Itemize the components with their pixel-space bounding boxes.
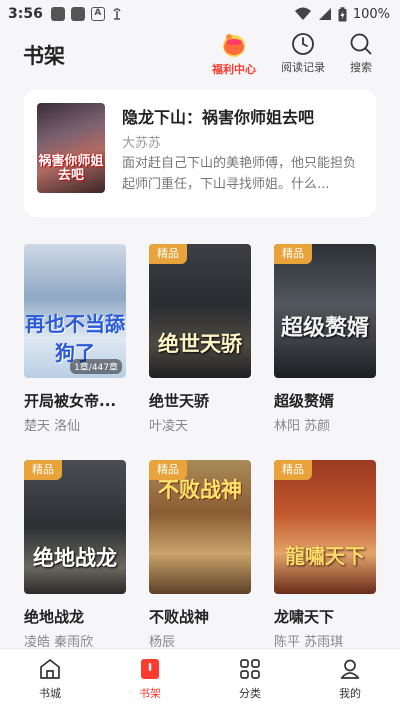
app-notification-icon — [113, 8, 121, 20]
page-title: 书架 — [23, 44, 65, 68]
book-characters: 楚天 洛仙 — [24, 419, 81, 434]
premium-badge: 精品 — [149, 244, 187, 264]
app-header: 书架 福利中心 阅读记录 搜索 — [0, 28, 400, 80]
recent-book-title: 隐龙下山：祸害你师姐去吧 — [122, 108, 315, 127]
book-item[interactable]: 超级赘婿 精品 超级赘婿 林阳 苏颜 — [274, 244, 376, 434]
wifi-icon — [294, 7, 311, 20]
book-title: 龙啸天下 — [274, 608, 335, 626]
book-cover: 不败战神 精品 — [149, 460, 251, 594]
status-bar: 3:56 A 100% — [0, 0, 400, 28]
book-cover-text: 龍嘯天下 — [285, 544, 365, 568]
notification-icon — [70, 7, 85, 21]
nav-label: 分类 — [239, 687, 261, 700]
search-icon — [350, 33, 372, 55]
book-cover-text: 再也不当舔狗了 — [25, 312, 125, 365]
nav-item-bookshelf[interactable]: 书架 — [100, 649, 200, 711]
recent-book-author: 大苏苏 — [122, 136, 162, 151]
nav-label: 书城 — [39, 687, 61, 700]
book-title: 不败战神 — [149, 608, 210, 626]
bookstore-icon — [40, 659, 60, 679]
signal-icon — [318, 8, 331, 20]
recent-book-description: 面对赶自己下山的美艳师傅，他只能担负起师门重任，下山寻找师姐。什么... — [122, 156, 357, 192]
book-characters: 叶凌天 — [149, 419, 189, 434]
book-item[interactable]: 绝地战龙 精品 绝地战龙 凌皓 秦雨欣 — [24, 460, 126, 650]
notification-icons: A — [50, 7, 123, 21]
search-button[interactable]: 搜索 — [349, 32, 373, 75]
book-item[interactable]: 不败战神 精品 不败战神 杨辰 — [149, 460, 251, 650]
book-cover-text: 绝地战龙 — [33, 546, 117, 570]
book-cover: 超级赘婿 精品 — [274, 244, 376, 378]
book-title: 开局被女帝... — [24, 392, 117, 410]
book-item[interactable]: 绝世天骄 精品 绝世天骄 叶凌天 — [149, 244, 251, 434]
welfare-center-label: 福利中心 — [212, 63, 256, 76]
clock-icon — [292, 33, 314, 55]
notification-icon — [50, 7, 65, 21]
battery-icon — [338, 6, 347, 21]
book-cover: 绝地战龙 精品 — [24, 460, 126, 594]
category-icon — [240, 659, 260, 679]
reading-history-button[interactable]: 阅读记录 — [281, 32, 325, 75]
book-cover-text: 绝世天骄 — [158, 332, 242, 356]
premium-badge: 精品 — [274, 244, 312, 264]
gift-pot-icon — [223, 34, 245, 57]
recent-book-card[interactable]: 祸害你师姐去吧 隐龙下山：祸害你师姐去吧 大苏苏 面对赶自己下山的美艳师傅，他只… — [24, 90, 376, 217]
text-notification-icon: A — [90, 7, 105, 21]
book-item[interactable]: 再也不当舔狗了 1章/447章 开局被女帝... 楚天 洛仙 — [24, 244, 126, 434]
nav-item-bookstore[interactable]: 书城 — [0, 649, 100, 711]
welfare-center-button[interactable]: 福利中心 — [212, 32, 256, 77]
book-title: 绝地战龙 — [24, 608, 85, 626]
book-cover: 龍嘯天下 精品 — [274, 460, 376, 594]
book-cover-text: 超级赘婿 — [280, 316, 369, 341]
book-characters: 林阳 苏颜 — [274, 419, 331, 434]
profile-icon — [340, 659, 360, 679]
nav-label: 书架 — [139, 687, 161, 700]
book-cover: 绝世天骄 精品 — [149, 244, 251, 378]
recent-cover-text: 祸害你师姐去吧 — [38, 154, 104, 183]
premium-badge: 精品 — [24, 460, 62, 480]
book-item[interactable]: 龍嘯天下 精品 龙啸天下 陈平 苏雨琪 — [274, 460, 376, 650]
nav-label: 我的 — [339, 687, 361, 700]
premium-badge: 精品 — [274, 460, 312, 480]
reading-progress: 1章/447章 — [70, 359, 122, 374]
status-time: 3:56 — [8, 6, 43, 22]
search-label: 搜索 — [350, 61, 372, 74]
reading-history-label: 阅读记录 — [281, 61, 325, 74]
book-title: 超级赘婿 — [274, 392, 335, 410]
book-cover: 再也不当舔狗了 1章/447章 — [24, 244, 126, 378]
book-title: 绝世天骄 — [149, 392, 210, 410]
recent-book-cover: 祸害你师姐去吧 — [37, 103, 105, 193]
premium-badge: 精品 — [149, 460, 187, 480]
battery-level: 100% — [352, 6, 390, 22]
bookshelf-icon — [141, 659, 159, 679]
nav-item-profile[interactable]: 我的 — [300, 649, 400, 711]
bottom-nav: 书城 书架 分类 我的 — [0, 648, 400, 711]
nav-item-category[interactable]: 分类 — [200, 649, 300, 711]
